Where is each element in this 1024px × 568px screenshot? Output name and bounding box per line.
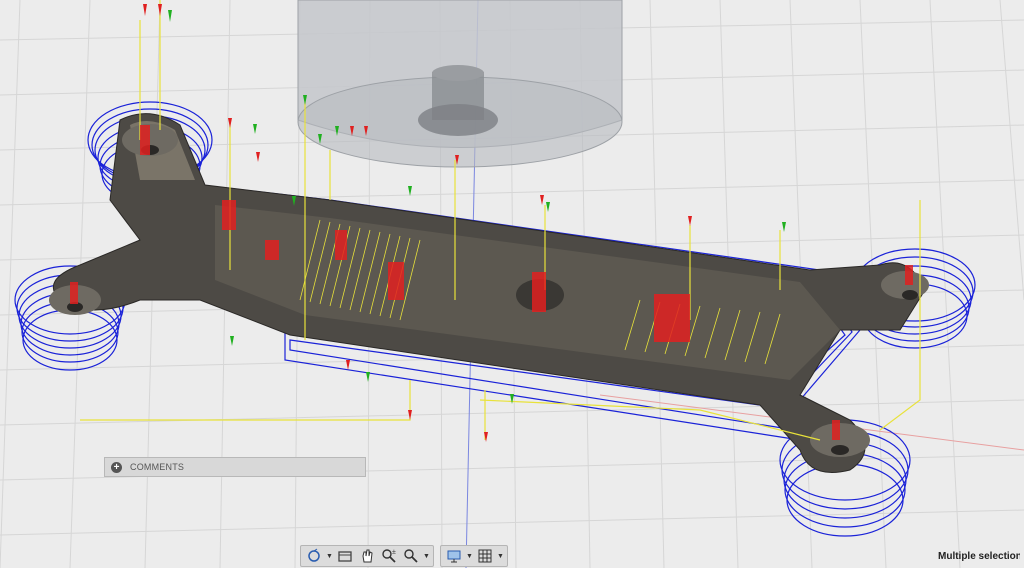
navigation-toolbar: ▼ ± ▼ ▼ ▼ (300, 545, 508, 567)
comments-panel[interactable]: + COMMENTS (104, 457, 366, 477)
pan-icon[interactable] (357, 547, 377, 565)
grid-dropdown-caret[interactable]: ▼ (497, 547, 504, 565)
zoom-icon[interactable]: ± (379, 547, 399, 565)
look-at-icon[interactable] (335, 547, 355, 565)
svg-text:±: ± (392, 549, 396, 556)
comments-label: COMMENTS (130, 462, 185, 472)
display-settings-icon[interactable] (444, 547, 464, 565)
3d-viewport[interactable] (0, 0, 1024, 568)
grid-settings-icon[interactable] (475, 547, 495, 565)
display-dropdown-caret[interactable]: ▼ (466, 547, 473, 565)
zoom-window-icon[interactable] (401, 547, 421, 565)
orbit-icon[interactable] (304, 547, 324, 565)
selection-status: Multiple selections (938, 551, 1020, 562)
machined-part (49, 113, 929, 473)
expand-plus-icon[interactable]: + (111, 461, 122, 473)
view-tools-group: ▼ ± ▼ (300, 545, 434, 567)
zoom-dropdown-caret[interactable]: ▼ (423, 547, 430, 565)
display-tools-group: ▼ ▼ (440, 545, 508, 567)
tool-holder (297, 0, 623, 168)
orbit-dropdown-caret[interactable]: ▼ (326, 547, 333, 565)
